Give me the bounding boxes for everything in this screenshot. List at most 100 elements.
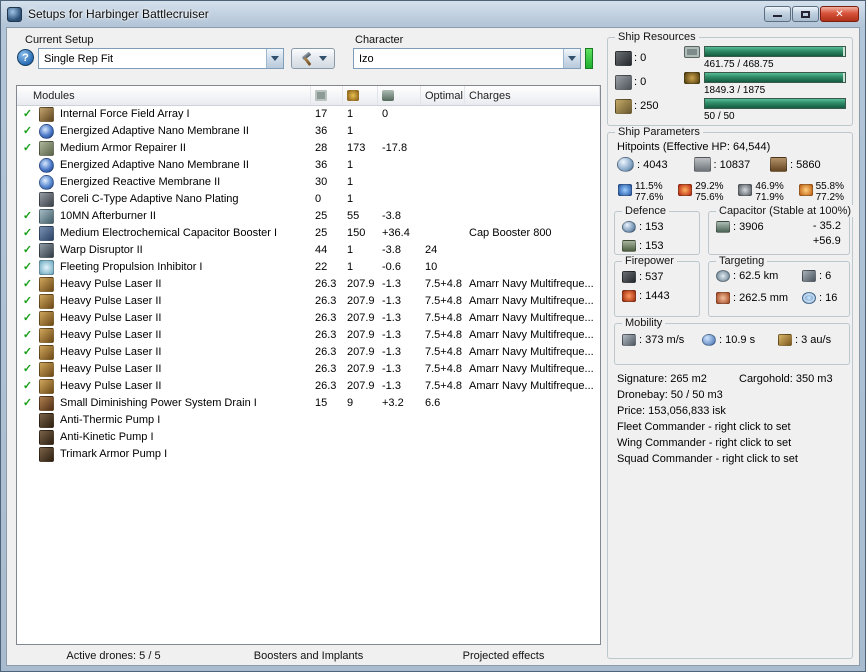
module-row[interactable]: Anti-Kinetic Pump I [17,429,600,446]
module-row[interactable]: Heavy Pulse Laser II 26.3 207.9 -1.3 7.5+4.8… [17,276,600,293]
module-active-check-icon[interactable] [21,293,34,310]
module-row[interactable]: Heavy Pulse Laser II 26.3 207.9 -1.3 7.5+4.8… [17,361,600,378]
resists-row: 11.5% 77.6% 29.2% 75.6% 46.9% 71.9% 55.8% 77… [618,181,844,203]
tab-boosters-implants[interactable]: Boosters and Implants [211,648,406,666]
powergrid-icon [684,71,700,84]
module-row[interactable]: Heavy Pulse Laser II 26.3 207.9 -1.3 7.5+4.8… [17,310,600,327]
module-cpu: 26.3 [315,278,337,290]
module-cpu: 28 [315,142,328,154]
column-cpu[interactable] [311,86,343,105]
module-active-check-icon[interactable] [21,123,34,140]
hardpoints-block: 0 0 250 [615,46,683,118]
module-name: Heavy Pulse Laser II [60,278,162,290]
column-charges[interactable]: Charges [465,86,600,105]
kinetic-armor-resist: 71.9% [755,192,784,203]
module-charges [465,191,600,208]
em-shield-resist: 11.5% [635,181,663,192]
setup-combo-value: Single Rep Fit [44,52,114,65]
module-row[interactable]: Trimark Armor Pump I [17,446,600,463]
column-powergrid[interactable] [343,86,378,105]
setup-combo-dropdown-button[interactable] [266,49,283,68]
align-time-value: 10.9 s [719,334,755,346]
module-row[interactable]: Heavy Pulse Laser II 26.3 207.9 -1.3 7.5+4.8… [17,293,600,310]
module-row[interactable]: Heavy Pulse Laser II 26.3 207.9 -1.3 7.5+4.8… [17,327,600,344]
module-active-check-icon[interactable] [21,327,34,344]
module-charges: Amarr Navy Multifreque... [469,380,594,392]
module-active-check-icon[interactable] [21,361,34,378]
tab-projected-effects[interactable]: Projected effects [406,648,601,666]
fleet-commander-setting[interactable]: Fleet Commander - right click to set [617,419,846,435]
module-active-check-icon[interactable] [21,259,34,276]
module-row[interactable]: Energized Adaptive Nano Membrane II 36 1 [17,157,600,174]
module-row[interactable]: Medium Electrochemical Capacitor Booster… [17,225,600,242]
turret-hardpoints-value: 0 [634,52,646,64]
character-combo-dropdown-button[interactable] [563,49,580,68]
targeting-range-icon [716,270,730,282]
ship-stats-block: Signature: 265 m2 Cargohold: 350 m3 Dron… [617,371,846,467]
module-row[interactable]: Internal Force Field Array I 17 1 0 [17,106,600,123]
module-cap-use [378,191,421,208]
nano-membrane-icon [39,158,54,173]
module-cap-use: -1.3 [382,295,401,307]
setup-combo[interactable]: Single Rep Fit [38,48,284,69]
kinetic-shield-resist: 46.9% [755,181,784,192]
module-powergrid: 207.9 [347,312,375,324]
module-row[interactable]: Coreli C-Type Adaptive Nano Plating 0 1 [17,191,600,208]
module-charges: Cap Booster 800 [469,227,552,239]
module-row[interactable]: 10MN Afterburner II 25 55 -3.8 [17,208,600,225]
ship-parameters-title: Ship Parameters [615,126,703,138]
module-name: Heavy Pulse Laser II [60,380,162,392]
defence-title: Defence [622,205,669,217]
module-cpu: 30 [315,176,328,188]
module-active-check-icon[interactable] [21,344,34,361]
module-row[interactable]: Warp Disruptor II 44 1 -3.8 24 [17,242,600,259]
dps-value: 1443 [639,290,669,302]
character-combo[interactable]: Izo [353,48,581,69]
module-active-check-icon[interactable] [21,140,34,157]
module-name: Energized Adaptive Nano Membrane II [60,125,249,137]
module-active-check-icon[interactable] [21,378,34,395]
defence-panel: Defence 153 153 [614,205,700,255]
squad-commander-setting[interactable]: Squad Commander - right click to set [617,451,846,467]
module-active-check-icon[interactable] [21,310,34,327]
module-name: Small Diminishing Power System Drain I [60,397,257,409]
column-modules[interactable]: Modules [17,86,311,105]
module-cpu: 26.3 [315,312,337,324]
wing-commander-setting[interactable]: Wing Commander - right click to set [617,435,846,451]
maximize-button[interactable] [792,6,819,22]
titlebar[interactable]: Setups for Harbinger Battlecruiser ✕ [1,1,865,27]
help-button[interactable]: ? [17,49,34,66]
module-cap-use: 0 [382,108,389,120]
module-active-check-icon[interactable] [21,276,34,293]
module-row[interactable]: Medium Armor Repairer II 28 173 -17.8 [17,140,600,157]
module-active-check-icon[interactable] [21,208,34,225]
column-optimal[interactable]: Optimal [421,86,465,105]
module-active-check-icon[interactable] [21,225,34,242]
current-setup-label: Current Setup [25,34,94,46]
tab-active-drones[interactable]: Active drones: 5 / 5 [16,648,211,666]
module-row[interactable]: Small Diminishing Power System Drain I 15… [17,395,600,412]
column-capacitor[interactable] [378,86,421,105]
afterburner-icon [39,209,54,224]
module-active-check-icon[interactable] [21,395,34,412]
module-row[interactable]: Fleeting Propulsion Inhibitor I 22 1 -0.6 10 [17,259,600,276]
sensor-strength-icon [802,292,816,304]
module-name: Heavy Pulse Laser II [60,329,162,341]
module-active-check-icon[interactable] [21,106,34,123]
nano-plating-icon [39,192,54,207]
hitpoints-row: 4043 10837 5860 [617,157,846,172]
module-active-check-icon[interactable] [21,242,34,259]
module-cap-use [378,429,421,446]
module-row[interactable]: Energized Adaptive Nano Membrane II 36 1 [17,123,600,140]
module-row[interactable]: Energized Reactive Membrane II 30 1 [17,174,600,191]
module-cpu: 25 [315,210,328,222]
module-row[interactable]: Heavy Pulse Laser II 26.3 207.9 -1.3 7.5+4.8… [17,344,600,361]
modules-table-header[interactable]: Modules Optimal Charges [17,86,600,106]
module-row[interactable]: Heavy Pulse Laser II 26.3 207.9 -1.3 7.5+4.8… [17,378,600,395]
tools-menu-button[interactable] [291,48,335,69]
close-button[interactable]: ✕ [820,6,859,22]
minimize-button[interactable] [764,6,791,22]
pulse-laser-icon [39,328,54,343]
module-row[interactable]: Anti-Thermic Pump I [17,412,600,429]
module-cpu: 0 [315,193,322,205]
